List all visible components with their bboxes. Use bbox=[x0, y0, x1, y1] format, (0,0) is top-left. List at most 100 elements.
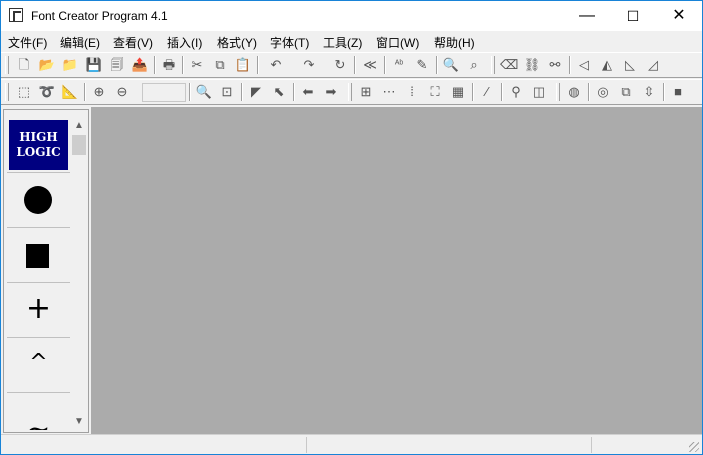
save-icon[interactable]: 💾 bbox=[85, 56, 103, 74]
scroll-thumb[interactable] bbox=[72, 135, 86, 155]
rect-select-icon[interactable]: ⬚ bbox=[15, 83, 33, 101]
glyph-cell-square[interactable] bbox=[7, 228, 70, 283]
measure-icon[interactable]: 📐 bbox=[61, 83, 79, 101]
scroll-up-icon[interactable]: ▲ bbox=[71, 118, 87, 134]
fit-icon[interactable]: ⊡ bbox=[218, 83, 236, 101]
minimize-button[interactable]: — bbox=[564, 1, 610, 31]
menu-help[interactable]: 帮助(H) bbox=[434, 34, 475, 51]
menu-window[interactable]: 窗口(W) bbox=[376, 34, 419, 51]
redo-icon[interactable]: ↷ bbox=[296, 56, 322, 74]
find-icon[interactable]: ⌕ bbox=[465, 56, 483, 74]
toolbar-grip[interactable] bbox=[556, 83, 560, 101]
glyph-scrollbar[interactable]: ▲ ▼ bbox=[71, 118, 87, 430]
workspace-area[interactable] bbox=[91, 107, 702, 434]
abc-icon[interactable]: ≪ bbox=[361, 56, 379, 74]
square-glyph-icon bbox=[26, 244, 49, 268]
arrow-left-icon[interactable]: ⬅ bbox=[299, 83, 317, 101]
toolbar-grip[interactable] bbox=[5, 83, 9, 101]
title-bar[interactable]: Font Creator Program 4.1 — ☐ ✕ bbox=[1, 1, 702, 31]
app-icon[interactable] bbox=[9, 8, 23, 22]
glyph-cell-circle[interactable] bbox=[7, 173, 70, 228]
glyph-panel: HIGH LOGIC + ^ ~ ▲ ▼ bbox=[3, 109, 89, 433]
paste-icon[interactable]: 📋 bbox=[234, 56, 252, 74]
arrow-right-icon[interactable]: ➡ bbox=[322, 83, 340, 101]
menu-file[interactable]: 文件(F) bbox=[8, 34, 47, 51]
toolbar-grip[interactable] bbox=[491, 56, 495, 74]
node-pointer-icon[interactable]: ⬉ bbox=[270, 83, 288, 101]
glyph-cell-tilde[interactable]: ~ bbox=[7, 393, 70, 430]
toolbar-grip[interactable] bbox=[5, 56, 9, 74]
globe-icon[interactable]: ◍ bbox=[565, 83, 583, 101]
pointer-icon[interactable]: ◤ bbox=[247, 83, 265, 101]
spell-icon[interactable]: ᴬᵇ bbox=[390, 56, 408, 74]
rotate-left-icon[interactable]: ◺ bbox=[621, 56, 639, 74]
menu-tools[interactable]: 工具(Z) bbox=[323, 34, 362, 51]
menu-edit[interactable]: 编辑(E) bbox=[60, 34, 100, 51]
grid-icon[interactable]: ⊞ bbox=[357, 83, 375, 101]
lasso-icon[interactable]: ➰ bbox=[38, 83, 56, 101]
high-logic-logo: HIGH LOGIC bbox=[9, 120, 68, 170]
copy-icon[interactable]: ⧉ bbox=[211, 56, 229, 74]
resize-grip-icon[interactable] bbox=[689, 442, 699, 452]
stop-icon[interactable]: ■ bbox=[669, 83, 687, 101]
grid-lines-icon[interactable]: ▦ bbox=[449, 83, 467, 101]
close-button[interactable]: ✕ bbox=[656, 1, 702, 31]
grid-dotted-icon[interactable]: ⁞ bbox=[403, 83, 421, 101]
cut-icon[interactable]: ✂ bbox=[188, 56, 206, 74]
frame-icon[interactable]: ◫ bbox=[530, 83, 548, 101]
flip-horizontal-icon[interactable]: ◭ bbox=[598, 56, 616, 74]
menu-format[interactable]: 格式(Y) bbox=[217, 34, 257, 51]
unlink-icon[interactable]: ⚯ bbox=[546, 56, 564, 74]
nodes-icon[interactable]: ⚲ bbox=[507, 83, 525, 101]
menu-view[interactable]: 查看(V) bbox=[113, 34, 153, 51]
export-icon[interactable]: 📤 bbox=[131, 56, 149, 74]
refresh-icon[interactable]: ↻ bbox=[331, 56, 349, 74]
print-icon[interactable]: 🖶 bbox=[160, 56, 178, 74]
toolbar-separator bbox=[663, 83, 665, 101]
logo-line-2: LOGIC bbox=[16, 145, 61, 159]
undo-icon[interactable]: ↶ bbox=[263, 56, 289, 74]
circles-icon[interactable]: ◎ bbox=[594, 83, 612, 101]
toolbar-separator bbox=[588, 83, 590, 101]
save-all-icon[interactable]: 🗐 bbox=[108, 56, 126, 74]
menu-insert[interactable]: 插入(I) bbox=[167, 34, 202, 51]
glyph-cell-caret[interactable]: ^ bbox=[7, 338, 70, 393]
toolbar-separator bbox=[293, 83, 295, 101]
main-toolbar: 🗋 📂 📁 💾 🗐 📤 🖶 ✂ ⧉ 📋 ↶ ↷ ↻ ≪ ᴬᵇ ✎ 🔍 ⌕ ⌫ ⛓… bbox=[1, 52, 702, 78]
menu-font[interactable]: 字体(T) bbox=[270, 34, 309, 51]
maximize-button[interactable]: ☐ bbox=[610, 1, 656, 31]
preview-icon[interactable]: 🔍 bbox=[442, 56, 460, 74]
percent-icon[interactable]: ⁄ bbox=[478, 83, 496, 101]
flip-left-icon[interactable]: ◁ bbox=[575, 56, 593, 74]
zoom-out-icon[interactable]: ⊖ bbox=[113, 83, 131, 101]
toolbar-separator bbox=[257, 56, 259, 74]
status-divider bbox=[591, 437, 592, 453]
rotate-right-icon[interactable]: ◿ bbox=[644, 56, 662, 74]
toolbar-grip[interactable] bbox=[348, 83, 352, 101]
glyph-cell-plus[interactable]: + bbox=[7, 283, 70, 338]
toolbar-separator bbox=[84, 83, 86, 101]
plus-glyph: + bbox=[25, 291, 52, 326]
link-icon[interactable]: ⛓ bbox=[523, 56, 541, 74]
new-file-icon[interactable]: 🗋 bbox=[15, 56, 33, 74]
tilde-glyph: ~ bbox=[26, 412, 51, 431]
open-folder-icon[interactable]: 📁 bbox=[61, 56, 79, 74]
open-wizard-icon[interactable]: 📂 bbox=[38, 56, 56, 74]
zoom-in-icon[interactable]: ⊕ bbox=[90, 83, 108, 101]
glyph-cell-logo[interactable]: HIGH LOGIC bbox=[7, 118, 70, 173]
pen-icon[interactable]: ✎ bbox=[413, 56, 431, 74]
eraser-icon[interactable]: ⌫ bbox=[500, 56, 518, 74]
grid-corners-icon[interactable]: ⛶ bbox=[426, 83, 444, 101]
toolbar-separator bbox=[241, 83, 243, 101]
caret-glyph: ^ bbox=[29, 350, 48, 375]
grid-points-icon[interactable]: ⋯ bbox=[380, 83, 398, 101]
toolbar-separator bbox=[569, 56, 571, 74]
toolbar-separator bbox=[154, 56, 156, 74]
overlap-icon[interactable]: ⧉ bbox=[617, 83, 635, 101]
window-title: Font Creator Program 4.1 bbox=[31, 9, 168, 23]
move-icon[interactable]: ⇳ bbox=[640, 83, 658, 101]
scroll-down-icon[interactable]: ▼ bbox=[71, 414, 87, 430]
magnifier-icon[interactable]: 🔍 bbox=[195, 83, 213, 101]
zoom-combobox[interactable] bbox=[142, 83, 186, 102]
menu-bar: 文件(F) 编辑(E) 查看(V) 插入(I) 格式(Y) 字体(T) 工具(Z… bbox=[1, 31, 702, 52]
